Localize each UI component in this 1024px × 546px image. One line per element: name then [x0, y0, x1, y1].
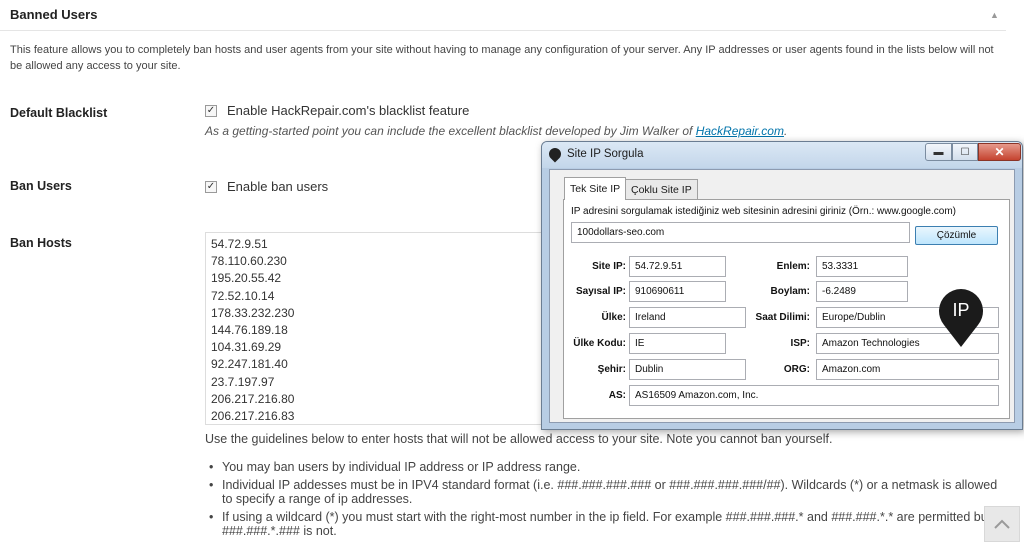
city-field[interactable]: Dublin: [629, 359, 746, 380]
isp-label: ISP:: [790, 338, 810, 349]
host-line: 72.52.10.14: [211, 288, 275, 303]
blacklist-note-text: As a getting-started point you can inclu…: [205, 124, 696, 138]
map-pin-icon: [546, 145, 564, 163]
host-line: 23.7.197.97: [211, 374, 275, 389]
as-label: AS:: [608, 390, 626, 401]
guideline-item: Individual IP addesses must be in IPV4 s…: [209, 478, 999, 506]
latitude-field[interactable]: 53.3331: [816, 256, 908, 277]
panel-title: Banned Users: [10, 7, 98, 22]
host-line: 54.72.9.51: [211, 237, 268, 251]
guideline-list: You may ban users by individual IP addre…: [209, 460, 999, 542]
chevron-up-icon: [994, 519, 1010, 529]
ban-users-checkbox[interactable]: ✓: [205, 180, 217, 193]
ban-hosts-label: Ban Hosts: [10, 236, 72, 250]
longitude-field[interactable]: -6.2489: [816, 281, 908, 302]
triangle-up-icon[interactable]: ▲: [990, 10, 999, 20]
latitude-label: Enlem:: [776, 261, 810, 272]
host-line: 195.20.55.42: [211, 271, 282, 286]
ban-hosts-guidelines: Use the guidelines below to enter hosts …: [205, 432, 833, 446]
blacklist-note-suffix: .: [783, 124, 788, 138]
host-line: 178.33.232.230: [211, 305, 295, 320]
dialog-titlebar[interactable]: Site IP Sorgula ▬ ☐ ✕: [542, 142, 1022, 168]
host-line: 104.31.69.29: [211, 340, 282, 355]
org-field[interactable]: Amazon.com: [816, 359, 999, 380]
org-label: ORG:: [783, 364, 810, 375]
site-ip-label: Site IP:: [592, 261, 626, 272]
tab-single-site-ip[interactable]: Tek Site IP: [564, 177, 627, 200]
domain-hint: IP adresini sorgulamak istediğiniz web s…: [571, 206, 956, 217]
tab-multi-site-ip[interactable]: Çoklu Site IP: [625, 179, 698, 199]
as-field[interactable]: AS16509 Amazon.com, Inc.: [629, 385, 999, 406]
ip-pin-icon: IP: [939, 289, 983, 347]
default-blacklist-label: Default Blacklist: [10, 106, 108, 120]
minimize-button[interactable]: ▬: [925, 143, 952, 161]
host-line: 206.217.216.83: [211, 409, 295, 424]
blacklist-checkbox-row[interactable]: ✓ Enable HackRepair.com's blacklist feat…: [205, 103, 469, 118]
numeric-ip-label: Sayısal IP:: [575, 286, 626, 297]
ban-users-checkbox-label[interactable]: Enable ban users: [227, 179, 328, 194]
ban-hosts-textarea[interactable]: 54.72.9.51 78.110.60.230 195.20.55.42 72…: [205, 232, 545, 425]
country-label: Ülke:: [601, 312, 626, 323]
scroll-to-top-button[interactable]: [984, 506, 1020, 542]
dialog-title: Site IP Sorgula: [567, 148, 644, 160]
hackrepair-link[interactable]: HackRepair.com: [696, 124, 784, 138]
city-label: Şehir:: [597, 364, 626, 375]
site-ip-field[interactable]: 54.72.9.51: [629, 256, 726, 277]
site-ip-dialog: Site IP Sorgula ▬ ☐ ✕ Tek Site IP Çoklu …: [541, 141, 1023, 430]
blacklist-checkbox-label[interactable]: Enable HackRepair.com's blacklist featur…: [227, 103, 469, 118]
dialog-client: Tek Site IP Çoklu Site IP IP adresini so…: [549, 169, 1015, 423]
ban-users-checkbox-row[interactable]: ✓ Enable ban users: [205, 179, 328, 194]
blacklist-checkbox[interactable]: ✓: [205, 104, 217, 117]
host-line: 78.110.60.230: [211, 254, 287, 269]
guideline-item: You may ban users by individual IP addre…: [209, 460, 999, 474]
solve-button[interactable]: Çözümle: [915, 226, 998, 245]
country-code-label: Ülke Kodu:: [573, 338, 626, 349]
host-line: 144.76.189.18: [211, 323, 288, 338]
maximize-button[interactable]: ☐: [952, 143, 978, 161]
panel-intro: This feature allows you to completely ba…: [10, 44, 994, 72]
country-code-field[interactable]: IE: [629, 333, 726, 354]
ip-badge-text: IP: [952, 300, 969, 320]
timezone-label: Saat Dilimi:: [755, 312, 810, 323]
longitude-label: Boylam:: [770, 286, 810, 297]
host-line: 206.217.216.80: [211, 391, 295, 406]
domain-input[interactable]: 100dollars-seo.com: [571, 222, 910, 243]
country-field[interactable]: Ireland: [629, 307, 746, 328]
close-button[interactable]: ✕: [978, 143, 1021, 161]
guideline-item: If using a wildcard (*) you must start w…: [209, 510, 999, 538]
panel-header[interactable]: Banned Users ▲: [0, 0, 1006, 31]
numeric-ip-field[interactable]: 910690611: [629, 281, 726, 302]
host-line: 92.247.181.40: [211, 357, 288, 372]
ban-users-label: Ban Users: [10, 179, 72, 193]
blacklist-note: As a getting-started point you can inclu…: [205, 124, 787, 138]
tab-page: IP adresini sorgulamak istediğiniz web s…: [563, 199, 1010, 419]
